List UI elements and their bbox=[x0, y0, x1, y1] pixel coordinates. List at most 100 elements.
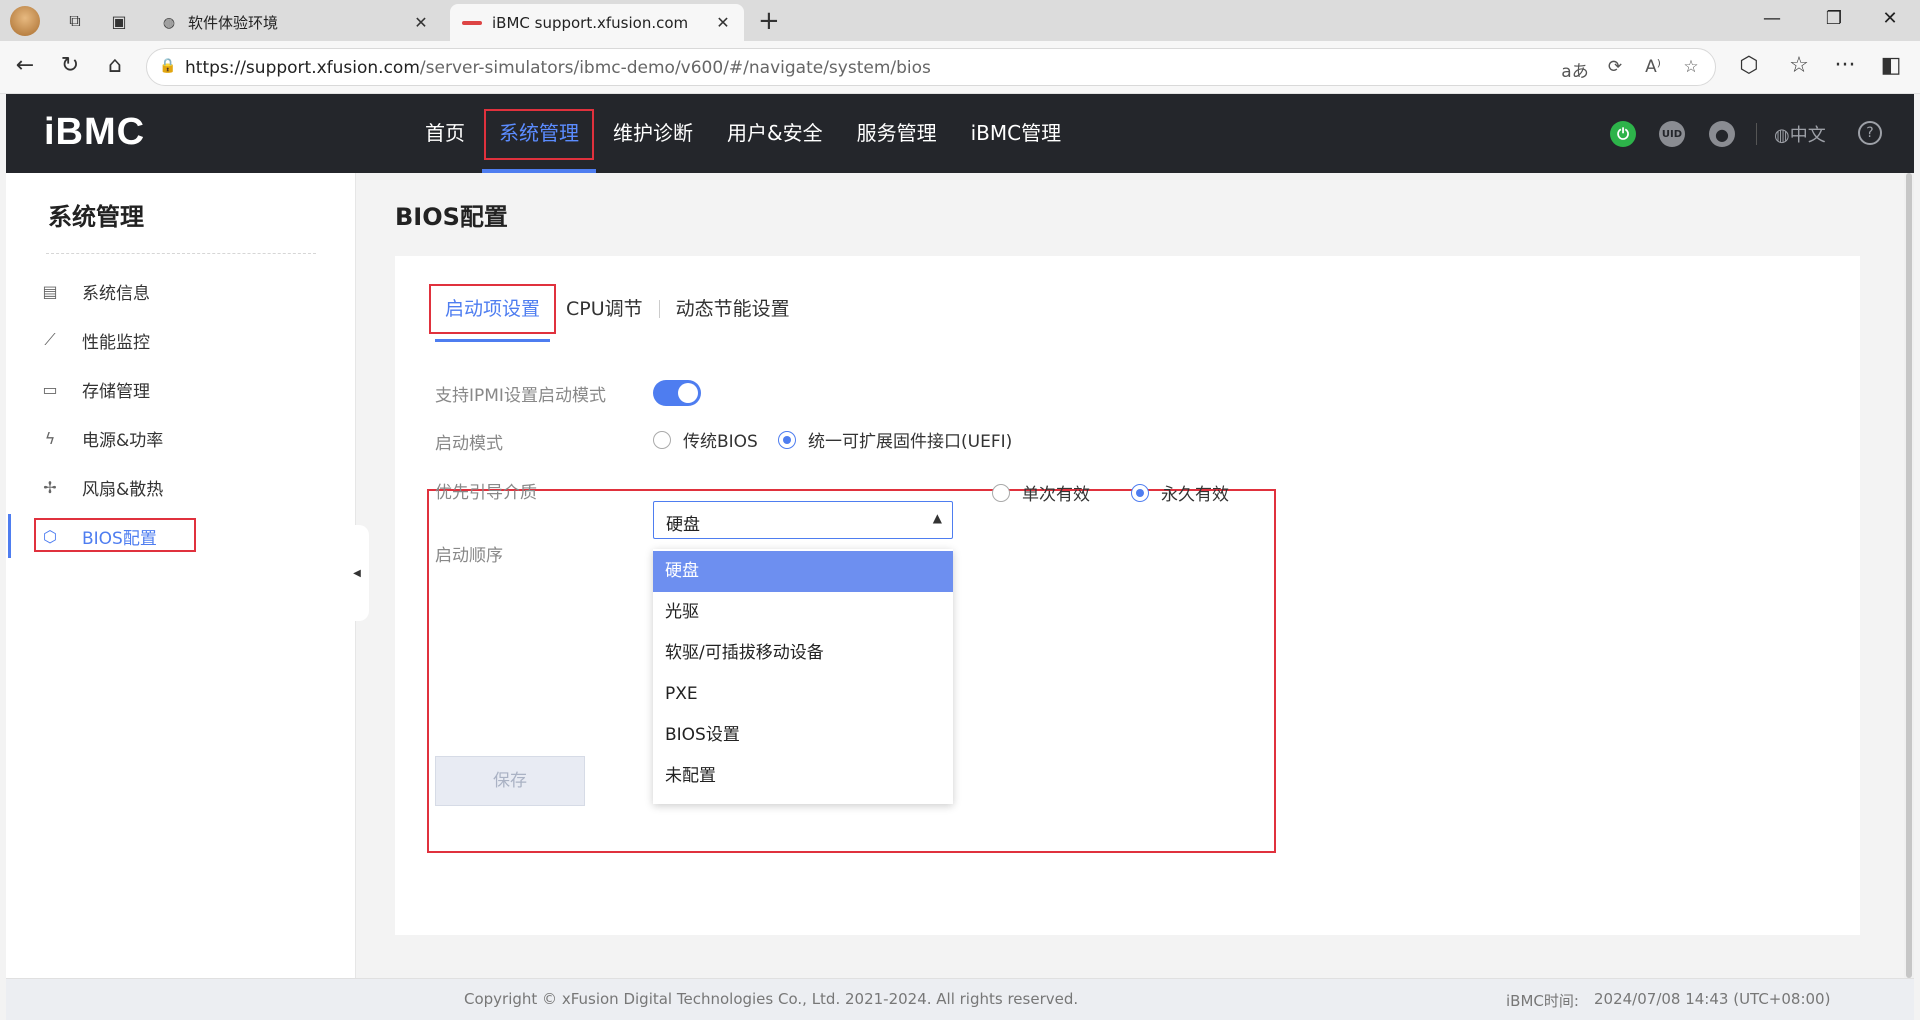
ipmi-toggle[interactable] bbox=[653, 380, 701, 406]
tab-actions-icon[interactable]: ▣ bbox=[106, 8, 132, 34]
dropdown-option[interactable]: 未配置 bbox=[653, 756, 953, 797]
copyright-text: Copyright © xFusion Digital Technologies… bbox=[464, 990, 1079, 1008]
ibmc-time-label: iBMC时间: bbox=[1506, 992, 1579, 1010]
fan-icon: ✢ bbox=[43, 477, 57, 497]
priority-media-label: 优先引导介质 bbox=[435, 483, 537, 503]
refresh-page-icon[interactable]: ⟳ bbox=[1601, 57, 1629, 77]
power-icon[interactable]: ⏻ bbox=[1610, 121, 1636, 147]
browser-tab-strip: ⧉ ▣ ◍ 软件体验环境 ✕ iBMC support.xfusion.com … bbox=[0, 0, 1920, 41]
radio-once[interactable]: 单次有效 bbox=[992, 480, 1090, 505]
radio-label: 统一可扩展固件接口(UEFI) bbox=[808, 432, 1013, 452]
back-icon[interactable]: ← bbox=[10, 53, 40, 78]
nav-service-management[interactable]: 服务管理 bbox=[840, 94, 954, 173]
text-size-icon[interactable]: A⁾ bbox=[1639, 57, 1667, 77]
caret-up-icon: ▲ bbox=[932, 511, 942, 525]
priority-media-dropdown: 硬盘 光驱 软驱/可插拔移动设备 PXE BIOS设置 未配置 bbox=[653, 549, 953, 804]
close-tab-icon[interactable]: ✕ bbox=[712, 13, 734, 32]
workspaces-icon[interactable]: ⧉ bbox=[62, 8, 88, 34]
system-info-icon: ▤ bbox=[42, 281, 58, 301]
help-icon[interactable]: ? bbox=[1858, 121, 1882, 145]
minimize-button[interactable]: — bbox=[1752, 8, 1792, 29]
radio-circle bbox=[653, 430, 671, 449]
bios-card: 启动项设置 CPU调节 动态节能设置 支持IPMI设置启动模式 启动模式 传统B… bbox=[395, 256, 1860, 935]
more-icon[interactable]: ··· bbox=[1830, 53, 1860, 78]
url-host: https://support.xfusion.com bbox=[185, 58, 420, 78]
sidebar-item-bios[interactable]: ⬡ BIOS配置 bbox=[6, 514, 356, 558]
sidebar-item-label: 电源&功率 bbox=[82, 430, 164, 451]
new-tab-button[interactable]: + bbox=[758, 6, 780, 36]
browser-tab-2[interactable]: iBMC support.xfusion.com ✕ bbox=[450, 4, 744, 41]
scrollbar-thumb[interactable] bbox=[1906, 173, 1912, 978]
url-path: /server-simulators/ibmc-demo/v600/#/navi… bbox=[419, 58, 931, 78]
dropdown-option[interactable]: 软驱/可插拔移动设备 bbox=[653, 633, 953, 674]
sidebar-item-power[interactable]: ϟ 电源&功率 bbox=[6, 416, 356, 460]
app-header: iBMC 首页 系统管理 维护诊断 用户&安全 服务管理 iBMC管理 ⏻ UI… bbox=[6, 94, 1914, 173]
globe-icon: ◍ bbox=[1774, 125, 1790, 146]
sidebar-item-label: 性能监控 bbox=[82, 332, 150, 353]
chart-icon: ⟋ bbox=[44, 330, 56, 349]
power-icon: ϟ bbox=[44, 428, 56, 448]
dropdown-option[interactable]: 光驱 bbox=[653, 592, 953, 633]
favorites-icon[interactable]: ☆ bbox=[1784, 53, 1814, 78]
sidebar-item-fan[interactable]: ✢ 风扇&散热 bbox=[6, 465, 356, 509]
ibmc-logo[interactable]: iBMC bbox=[44, 111, 145, 154]
read-aloud-icon[interactable]: aあ bbox=[1561, 57, 1589, 82]
profile-avatar[interactable] bbox=[10, 6, 40, 36]
restore-button[interactable]: ❐ bbox=[1814, 8, 1854, 29]
sidebar-title: 系统管理 bbox=[48, 203, 144, 231]
radio-legacy-bios[interactable]: 传统BIOS bbox=[653, 427, 758, 452]
sidebar-item-performance[interactable]: ⟋ 性能监控 bbox=[6, 318, 356, 362]
nav-system-management[interactable]: 系统管理 bbox=[482, 94, 596, 173]
ipmi-label: 支持IPMI设置启动模式 bbox=[435, 386, 606, 406]
url-text[interactable]: https://support.xfusion.com/server-simul… bbox=[185, 58, 931, 78]
browser-tab-1[interactable]: ◍ 软件体验环境 ✕ bbox=[150, 4, 442, 41]
lock-icon[interactable]: 🔒 bbox=[159, 58, 176, 74]
nav-home[interactable]: 首页 bbox=[408, 94, 482, 173]
highlight-box bbox=[429, 284, 557, 334]
sidebar-item-system-info[interactable]: ▤ 系统信息 bbox=[6, 269, 356, 313]
sidebar-collapse-button[interactable]: ◀ bbox=[345, 525, 369, 621]
tab-power-saving[interactable]: 动态节能设置 bbox=[666, 284, 800, 334]
subtabs: 启动项设置 CPU调节 动态节能设置 bbox=[429, 284, 800, 342]
radio-permanent[interactable]: 永久有效 bbox=[1131, 480, 1229, 505]
favorite-icon[interactable]: ☆ bbox=[1677, 57, 1705, 77]
extensions-icon[interactable]: ⬡ bbox=[1734, 53, 1764, 78]
tab-cpu-tuning[interactable]: CPU调节 bbox=[556, 284, 653, 334]
chevron-left-icon: ◀ bbox=[353, 567, 361, 579]
dropdown-option[interactable]: PXE bbox=[653, 674, 953, 715]
language-label: 中文 bbox=[1789, 125, 1826, 146]
tab-title: 软件体验环境 bbox=[188, 14, 279, 32]
nav-maintenance[interactable]: 维护诊断 bbox=[596, 94, 710, 173]
tab-boot-options[interactable]: 启动项设置 bbox=[429, 284, 557, 342]
sidebar-divider bbox=[46, 253, 316, 254]
uid-icon[interactable]: UID bbox=[1659, 121, 1685, 147]
user-icon[interactable]: ● bbox=[1709, 121, 1735, 147]
address-bar[interactable]: 🔒 https://support.xfusion.com/server-sim… bbox=[146, 48, 1716, 86]
nav-ibmc-management[interactable]: iBMC管理 bbox=[954, 94, 1079, 173]
priority-media-select[interactable]: 硬盘 ▲ bbox=[653, 501, 953, 539]
language-switch[interactable]: ◍中文 bbox=[1774, 121, 1826, 147]
sidebar-item-storage[interactable]: ▭ 存储管理 bbox=[6, 367, 356, 411]
nav-user-security[interactable]: 用户&安全 bbox=[710, 94, 840, 173]
sidebar-toggle-icon[interactable]: ◧ bbox=[1876, 53, 1906, 78]
close-tab-icon[interactable]: ✕ bbox=[410, 13, 432, 32]
highlight-box bbox=[34, 518, 196, 552]
home-icon[interactable]: ⌂ bbox=[100, 53, 130, 78]
tab-title: iBMC support.xfusion.com bbox=[492, 13, 689, 32]
window-close-button[interactable]: ✕ bbox=[1870, 8, 1910, 29]
dropdown-option[interactable]: 硬盘 bbox=[653, 551, 953, 592]
radio-uefi[interactable]: 统一可扩展固件接口(UEFI) bbox=[778, 427, 1012, 452]
dropdown-option[interactable]: BIOS设置 bbox=[653, 715, 953, 756]
tab-separator bbox=[658, 300, 660, 318]
sidebar: 系统管理 ▤ 系统信息 ⟋ 性能监控 ▭ 存储管理 ϟ 电源&功率 ✢ 风扇&散… bbox=[6, 173, 356, 978]
storage-icon: ▭ bbox=[42, 379, 58, 399]
reload-icon[interactable]: ↻ bbox=[55, 53, 85, 78]
toggle-knob bbox=[678, 383, 698, 403]
page-title: BIOS配置 bbox=[395, 203, 508, 231]
sidebar-item-label: 风扇&散热 bbox=[82, 479, 164, 500]
save-button[interactable]: 保存 bbox=[435, 756, 585, 806]
site-favicon-icon bbox=[462, 20, 482, 25]
radio-label: 单次有效 bbox=[1022, 485, 1090, 505]
highlight-box bbox=[484, 109, 594, 160]
globe-icon: ◍ bbox=[162, 14, 176, 31]
